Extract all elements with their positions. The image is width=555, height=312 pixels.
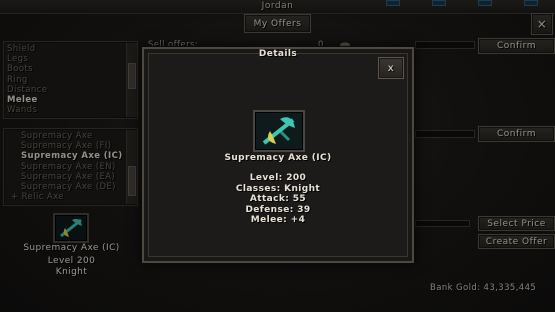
close-icon: x bbox=[387, 62, 395, 74]
stat-line: Melee: +4 bbox=[250, 215, 306, 225]
stat-line: Level: 200 bbox=[249, 173, 307, 183]
details-modal: Details x Supremacy Axe (IC) Level: 200 C… bbox=[142, 47, 414, 263]
details-title: Details bbox=[258, 49, 298, 59]
details-stats: Level: 200 Classes: Knight Attack: 55 Defen… bbox=[144, 173, 412, 226]
stat-line: Classes: Knight bbox=[235, 183, 321, 194]
stat-line: Attack: 55 bbox=[249, 194, 307, 204]
details-item-name: Supremacy Axe (IC) bbox=[224, 153, 332, 163]
axe-icon bbox=[262, 117, 295, 145]
stat-line: Defense: 39 bbox=[245, 204, 311, 215]
details-item-slot bbox=[253, 110, 305, 152]
details-close-button[interactable]: x bbox=[378, 57, 404, 79]
